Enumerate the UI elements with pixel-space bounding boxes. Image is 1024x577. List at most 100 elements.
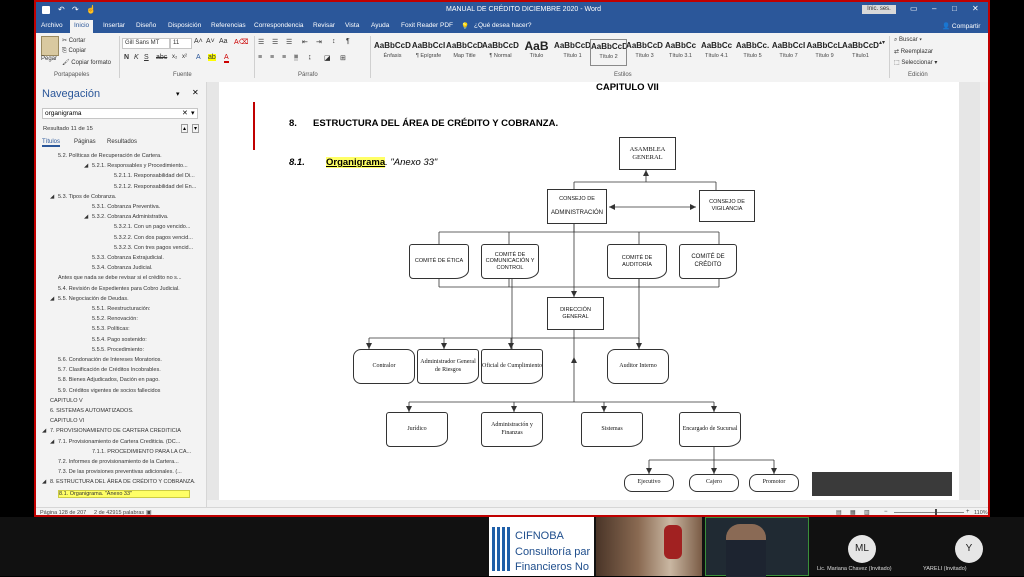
nav-heading-item[interactable]: 7.1. Provisionamiento de Cartera Crediti… xyxy=(58,439,180,445)
justify-icon[interactable]: ≡ xyxy=(294,54,299,61)
collapse-arrow-icon[interactable]: ◢ xyxy=(84,163,88,169)
camera-tile-room[interactable] xyxy=(596,517,702,576)
read-mode-icon[interactable]: ▤ xyxy=(836,509,842,515)
participant-tile-y[interactable]: Y YARELI (Invitado) xyxy=(917,517,1024,576)
zoom-in-icon[interactable]: + xyxy=(966,509,970,515)
horizontal-scrollbar[interactable] xyxy=(207,500,988,507)
highlight-icon[interactable]: ab xyxy=(208,54,216,61)
nav-heading-item[interactable]: Antes que nada se debe revisar si el cré… xyxy=(58,275,182,281)
bullets-icon[interactable]: ☰ xyxy=(258,38,264,46)
sort-icon[interactable]: ↕ xyxy=(332,38,336,45)
tab-ayuda[interactable]: Ayuda xyxy=(371,22,389,29)
minimize-icon[interactable]: – xyxy=(932,4,936,13)
style-option[interactable]: AaBbCcDdi Énfasis xyxy=(374,39,411,66)
borders-icon[interactable]: ⊞ xyxy=(340,54,346,62)
font-name-select[interactable]: Gill Sans MT xyxy=(122,38,170,49)
numbering-icon[interactable]: ☰ xyxy=(272,38,278,46)
align-left-icon[interactable]: ≡ xyxy=(258,54,262,61)
tab-disposicion[interactable]: Disposición xyxy=(168,22,201,29)
tell-me-input[interactable]: ¿Qué desea hacer? xyxy=(474,22,531,29)
nav-heading-item[interactable]: 7. PROVISIONAMIENTO DE CARTERA CREDITICI… xyxy=(50,428,181,434)
nav-tab-titulos[interactable]: Títulos xyxy=(42,139,61,147)
zoom-slider-thumb[interactable] xyxy=(935,509,937,515)
pilcrow-icon[interactable]: ¶ xyxy=(346,38,350,45)
shading-icon[interactable]: ◪ xyxy=(324,54,331,62)
nav-heading-item[interactable]: 5.4. Revisión de Expedientes para Cobro … xyxy=(58,286,180,292)
paste-label[interactable]: Pegar xyxy=(41,56,57,62)
redo-icon[interactable]: ↷ xyxy=(72,5,79,14)
subscript-icon[interactable]: x₂ xyxy=(172,54,177,60)
maximize-icon[interactable]: □ xyxy=(952,4,957,13)
tab-diseno[interactable]: Diseño xyxy=(136,22,156,29)
camera-tile-speaker[interactable] xyxy=(705,517,809,577)
nav-heading-item[interactable]: 5.3. Tipos de Cobranza. xyxy=(58,194,116,200)
nav-heading-item[interactable]: 5.5. Negociación de Deudas. xyxy=(58,296,129,302)
nav-heading-item[interactable]: 7.1.1. PROCEDIMIENTO PARA LA CA... xyxy=(92,449,191,455)
tab-revisar[interactable]: Revisar xyxy=(313,22,335,29)
select-button[interactable]: ⬚ Seleccionar ▾ xyxy=(894,59,937,66)
nav-heading-item[interactable]: 5.2.1.2. Responsabilidad del En... xyxy=(114,184,196,190)
word-count[interactable]: 2 de 42915 palabras xyxy=(94,510,144,515)
nav-heading-item[interactable]: 5.2.1.1. Responsabilidad del Di... xyxy=(114,173,195,179)
proofing-icon[interactable]: ▣ xyxy=(146,509,152,515)
style-option[interactable]: AaBbCcI Título 7 xyxy=(770,39,807,66)
nav-heading-item[interactable]: 6. SISTEMAS AUTOMATIZADOS. xyxy=(50,408,134,414)
format-painter-button[interactable]: 🖌 Copiar formato xyxy=(62,59,111,66)
nav-heading-item[interactable]: 5.2. Políticas de Recuperación de Carter… xyxy=(58,153,162,159)
align-right-icon[interactable]: ≡ xyxy=(282,54,286,61)
style-option[interactable]: AaBbCcD Título1 xyxy=(842,39,879,66)
nav-heading-item[interactable]: 5.9. Créditos vigentes de socios falleci… xyxy=(58,388,160,394)
tab-correspondencia[interactable]: Correspondencia xyxy=(254,22,304,29)
collapse-arrow-icon[interactable]: ◢ xyxy=(50,194,54,200)
style-option[interactable]: AaBbCcL Título 9 xyxy=(806,39,843,66)
collapse-arrow-icon[interactable]: ◢ xyxy=(84,214,88,220)
align-center-icon[interactable]: ≡ xyxy=(270,54,274,61)
nav-heading-item[interactable]: CAPITULO VI xyxy=(50,418,84,424)
bold-icon[interactable]: N xyxy=(124,54,129,61)
style-option[interactable]: AaBbCcD Título 1 xyxy=(554,39,591,66)
change-case-icon[interactable]: Aa xyxy=(219,38,228,45)
find-button[interactable]: ⌕ Buscar ▾ xyxy=(894,37,922,44)
prev-result-icon[interactable]: ▴ xyxy=(181,124,189,133)
style-option[interactable]: AaBbCcI ¶ Epígrafe xyxy=(410,39,447,66)
nav-heading-item[interactable]: 5.3.2.2. Con dos pagos vencid... xyxy=(114,235,193,241)
decrease-indent-icon[interactable]: ⇤ xyxy=(302,38,308,46)
cut-button[interactable]: ✂ Cortar xyxy=(62,37,85,44)
nav-heading-item[interactable]: 5.6. Condonación de Intereses Moratorios… xyxy=(58,357,162,363)
search-dropdown-icon[interactable]: ▾ xyxy=(191,109,195,117)
nav-heading-item[interactable]: 5.5.2. Renovación: xyxy=(92,316,138,322)
nav-heading-item[interactable]: 5.3.4. Cobranza Judicial. xyxy=(92,265,153,271)
style-option[interactable]: AaBbCcD Map Title xyxy=(446,39,483,66)
web-layout-icon[interactable]: ▥ xyxy=(864,509,870,515)
undo-icon[interactable]: ↶ xyxy=(58,5,65,14)
participant-tile-ml[interactable]: ML Lic. Mariana Chavez (Invitado) xyxy=(811,517,915,576)
collapse-arrow-icon[interactable]: ◢ xyxy=(42,428,46,434)
autosave-icon[interactable] xyxy=(42,6,50,14)
superscript-icon[interactable]: x² xyxy=(182,54,187,60)
nav-search-input[interactable]: organigrama xyxy=(42,108,198,119)
nav-heading-item[interactable]: CAPITULO V xyxy=(50,398,83,404)
paste-icon[interactable] xyxy=(41,36,59,56)
nav-heading-item[interactable]: 5.2.1. Responsables y Procedimiento... xyxy=(92,163,188,169)
font-color-icon[interactable]: A xyxy=(224,54,229,63)
clear-format-icon[interactable]: A⌫ xyxy=(234,38,249,46)
nav-heading-item[interactable]: 5.3.3. Cobranza Extrajudicial. xyxy=(92,255,164,261)
increase-indent-icon[interactable]: ⇥ xyxy=(316,38,322,46)
tab-archivo[interactable]: Archivo xyxy=(41,22,63,29)
collapse-arrow-icon[interactable]: ◢ xyxy=(50,439,54,445)
nav-heading-item[interactable]: 5.7. Clasificación de Créditos Incobrabl… xyxy=(58,367,161,373)
strikethrough-icon[interactable]: abc xyxy=(156,54,167,61)
nav-heading-item[interactable]: 8. ESTRUCTURA DEL ÁREA DE CRÉDITO Y COBR… xyxy=(50,479,196,485)
replace-button[interactable]: ⇄ Reemplazar xyxy=(894,48,933,55)
nav-heading-item[interactable]: 5.3.2.1. Con un pago vencido... xyxy=(114,224,190,230)
close-icon[interactable]: ✕ xyxy=(972,4,979,13)
gallery-scroll-icon[interactable]: ▴▾ xyxy=(879,39,885,46)
touch-mode-icon[interactable]: ☝ xyxy=(86,5,96,14)
nav-heading-item[interactable]: 5.3.2.3. Con tres pagos vencid... xyxy=(114,245,193,251)
tab-insertar[interactable]: Insertar xyxy=(103,22,125,29)
nav-heading-item[interactable]: 5.5.3. Políticas: xyxy=(92,326,130,332)
collapse-arrow-icon[interactable]: ◢ xyxy=(42,479,46,485)
vertical-scrollbar[interactable] xyxy=(980,82,988,500)
share-button[interactable]: 👤 Compartir xyxy=(942,22,980,30)
nav-tab-paginas[interactable]: Páginas xyxy=(74,139,96,145)
